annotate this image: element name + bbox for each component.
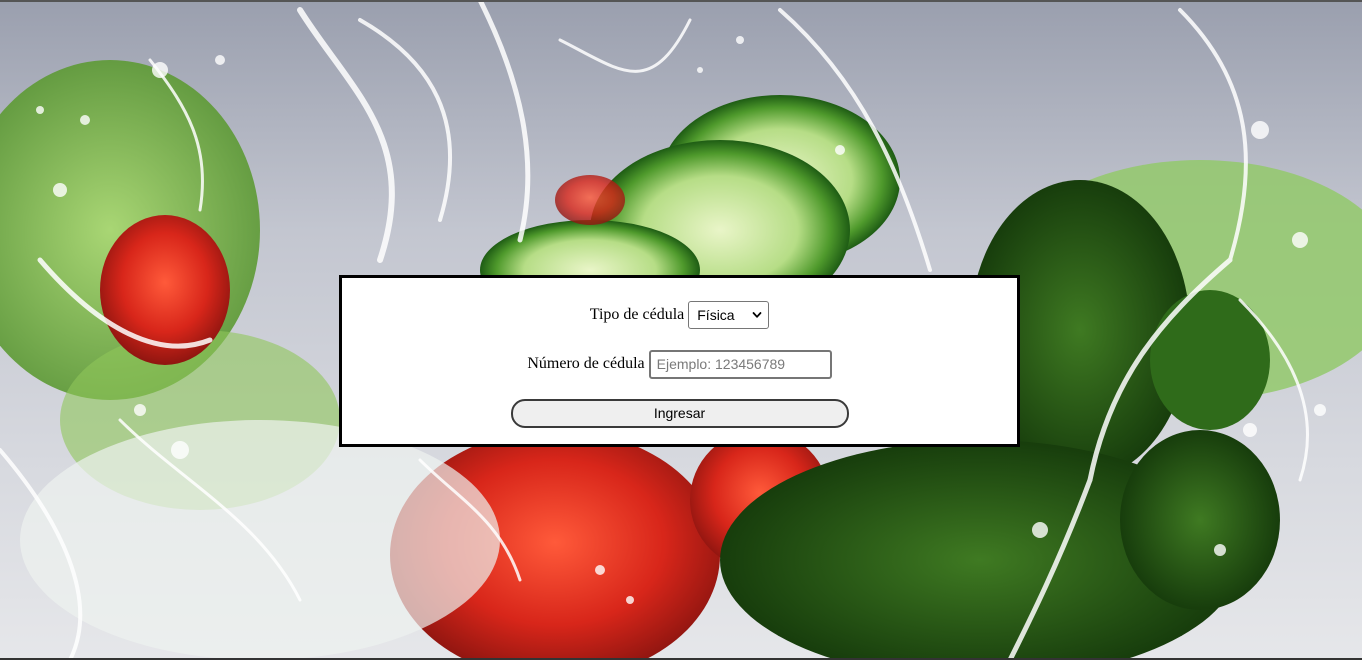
submit-row: Ingresar	[342, 398, 1017, 428]
chevron-down-icon	[752, 312, 762, 318]
cedula-type-selected-value: Física	[697, 307, 735, 323]
cedula-number-row: Número de cédula	[342, 349, 1017, 379]
cedula-type-row: Tipo de cédula Física	[342, 300, 1017, 330]
cedula-type-label: Tipo de cédula	[589, 306, 685, 323]
cedula-number-input[interactable]	[648, 349, 832, 379]
ingresar-button[interactable]: Ingresar	[510, 398, 849, 428]
cedula-type-select[interactable]: Física	[688, 301, 770, 329]
top-border	[0, 0, 1362, 2]
cedula-number-label: Número de cédula	[527, 355, 645, 372]
login-form: Tipo de cédula Física Número de cédula I…	[339, 275, 1020, 447]
